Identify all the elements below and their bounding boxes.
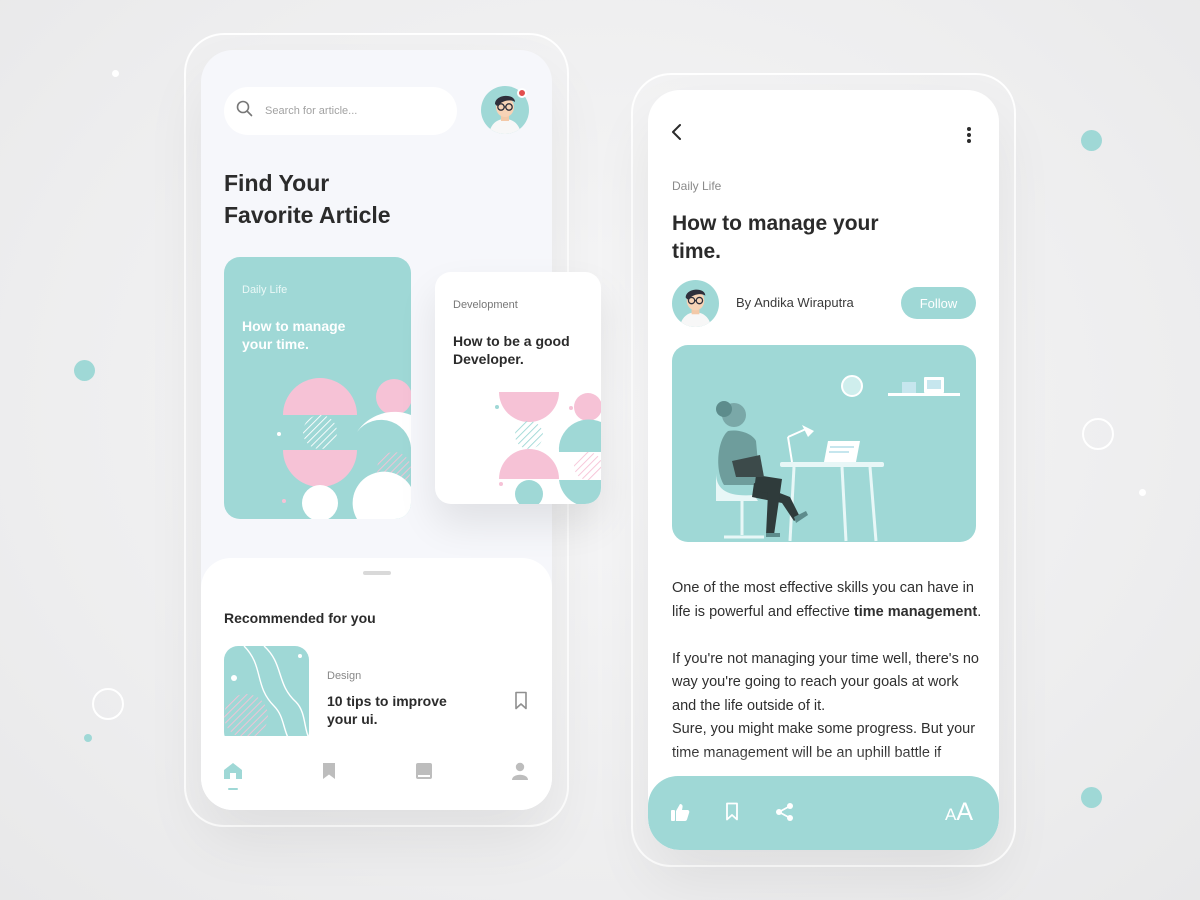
article-thumbnail[interactable] <box>224 646 309 746</box>
search-icon <box>236 100 253 122</box>
font-size-large: A <box>956 798 974 826</box>
article-illustration <box>672 345 976 542</box>
user-icon <box>511 762 529 785</box>
article-body: One of the most effective skills you can… <box>672 577 982 765</box>
article-screen: Daily Life How to manage your time. By A… <box>648 90 999 850</box>
decor-ring <box>92 688 124 720</box>
decor-circle <box>84 734 92 742</box>
tab-profile[interactable] <box>509 762 531 784</box>
decor-circle <box>1081 130 1102 151</box>
article-paragraph: One of the most effective skills you can… <box>672 580 982 620</box>
back-icon[interactable] <box>668 123 686 146</box>
tab-bar <box>201 736 552 810</box>
search-input[interactable] <box>265 105 435 117</box>
featured-card[interactable]: Daily Life How to manage your time. <box>224 257 411 519</box>
recommended-sheet: Recommended for you Design 10 tips to im… <box>201 558 552 810</box>
tab-home[interactable] <box>222 762 244 784</box>
follow-button[interactable]: Follow <box>901 287 976 319</box>
book-icon <box>415 762 433 785</box>
card-pattern <box>277 378 411 519</box>
decor-dot <box>112 70 119 77</box>
page-title: Find Your Favorite Article <box>224 170 391 228</box>
card-category: Development <box>453 299 518 311</box>
bookmark-icon <box>322 762 336 785</box>
decor-circle <box>74 360 95 381</box>
featured-card[interactable]: Development How to be a good Developer. <box>435 272 601 504</box>
decor-dot <box>1139 489 1146 496</box>
notification-badge <box>517 88 527 98</box>
author-avatar[interactable] <box>672 280 719 327</box>
tab-saved[interactable] <box>318 762 340 784</box>
card-category: Daily Life <box>242 284 288 296</box>
more-options-icon[interactable] <box>966 126 972 149</box>
article-category: Design <box>327 670 362 682</box>
article-title[interactable]: 10 tips to improve your ui. <box>327 692 447 728</box>
article-paragraph: If you're not managing your time well, t… <box>672 650 979 714</box>
article-title: How to manage your time. <box>672 212 879 263</box>
bookmark-icon[interactable] <box>514 691 528 715</box>
emphasis-text: time management <box>853 603 978 620</box>
home-icon <box>223 761 243 786</box>
active-tab-indicator <box>228 788 238 790</box>
card-title: How to manage your time. <box>242 318 346 352</box>
decor-circle <box>1081 787 1102 808</box>
bookmark-icon[interactable] <box>725 802 739 821</box>
search-bar[interactable] <box>224 87 457 135</box>
drag-handle[interactable] <box>363 571 391 575</box>
font-size-control[interactable]: AA <box>945 798 973 827</box>
like-icon[interactable] <box>670 802 690 822</box>
font-size-small: A <box>945 805 957 824</box>
card-title: How to be a good Developer. <box>453 333 570 367</box>
section-title: Recommended for you <box>224 610 376 626</box>
user-avatar[interactable] <box>481 86 529 134</box>
article-category: Daily Life <box>672 179 722 193</box>
share-icon[interactable] <box>775 802 795 822</box>
tab-library[interactable] <box>413 762 435 784</box>
decor-ring <box>1082 418 1114 450</box>
article-action-bar: AA <box>648 776 999 850</box>
author-name[interactable]: By Andika Wiraputra <box>736 295 854 310</box>
